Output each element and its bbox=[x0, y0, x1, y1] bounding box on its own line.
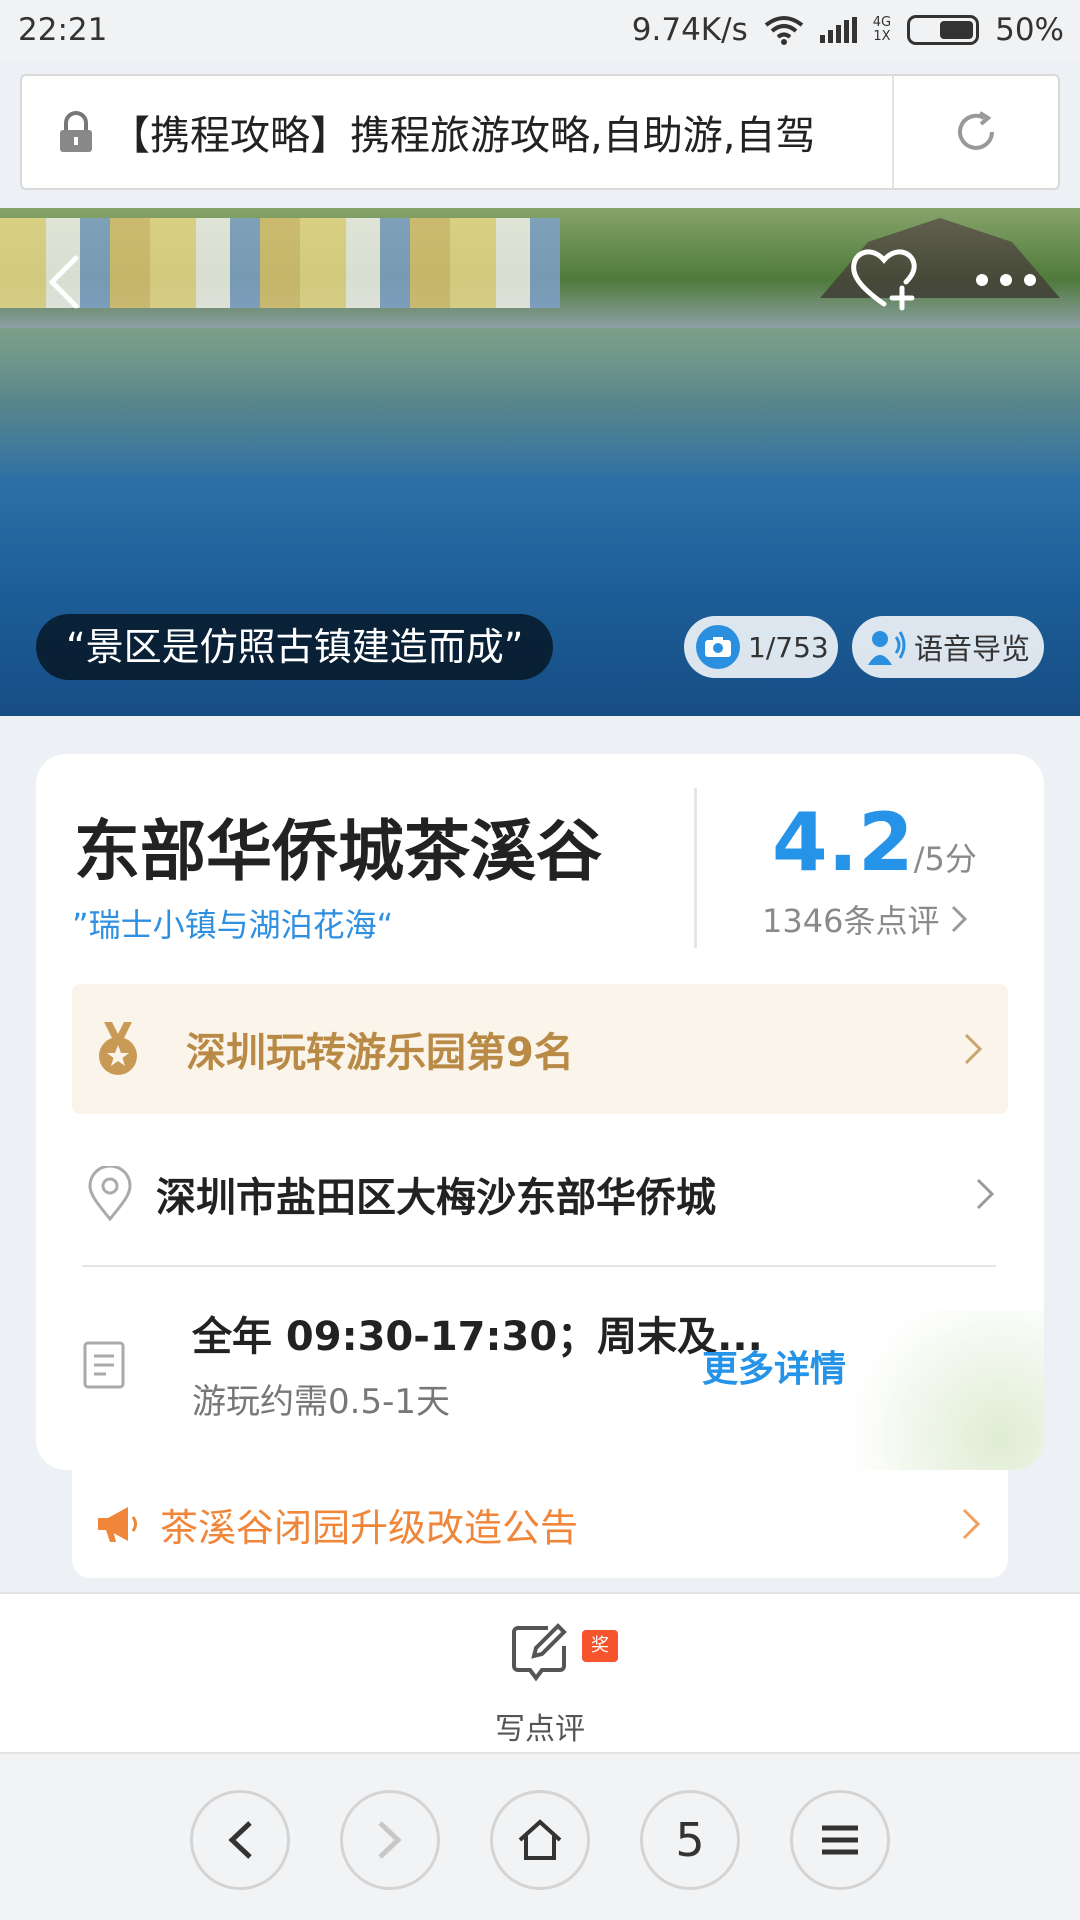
card-decoration bbox=[824, 1310, 1044, 1470]
chevron-right-icon bbox=[962, 1508, 980, 1540]
browser-home-button[interactable] bbox=[490, 1790, 590, 1890]
battery-icon bbox=[907, 15, 980, 45]
ranking-text: 深圳玩转游乐园第9名 bbox=[186, 1030, 574, 1076]
camera-icon bbox=[696, 625, 740, 669]
location-pin-icon bbox=[88, 1166, 132, 1222]
signal-icon bbox=[819, 17, 857, 43]
score-value: 4.2 bbox=[772, 796, 914, 889]
visit-duration: 游玩约需0.5-1天 bbox=[192, 1382, 450, 1422]
reward-badge: 奖 bbox=[582, 1630, 618, 1662]
url-text[interactable]: 【携程攻略】携程旅游攻略,自助游,自驾 bbox=[110, 103, 870, 161]
voice-guide-icon bbox=[868, 631, 906, 665]
chevron-right-icon bbox=[378, 1821, 402, 1859]
address-row[interactable]: 深圳市盐田区大梅沙东部华侨城 bbox=[72, 1134, 1008, 1254]
browser-forward-button[interactable] bbox=[340, 1790, 440, 1890]
address-text: 深圳市盐田区大梅沙东部华侨城 bbox=[156, 1175, 716, 1221]
review-count: 1346条点评 bbox=[762, 902, 940, 940]
lock-icon bbox=[60, 111, 92, 152]
review-bar: 奖 写点评 bbox=[0, 1592, 1080, 1752]
photo-count: 1/753 bbox=[748, 630, 829, 664]
more-icon[interactable] bbox=[976, 274, 1036, 286]
chevron-left-icon bbox=[228, 1821, 252, 1859]
chevron-right-icon bbox=[952, 905, 968, 933]
poi-tagline: ”瑞士小镇与湖泊花海“ bbox=[72, 906, 394, 944]
hero-reflection bbox=[0, 328, 1080, 478]
review-count-link[interactable]: 1346条点评 bbox=[762, 896, 968, 942]
document-icon bbox=[83, 1341, 125, 1389]
browser-back-button[interactable] bbox=[190, 1790, 290, 1890]
row-divider bbox=[82, 1265, 996, 1267]
medal-icon bbox=[99, 1022, 137, 1075]
notice-text: 茶溪谷闭园升级改造公告 bbox=[160, 1505, 579, 1550]
photo-count-button[interactable]: 1/753 bbox=[684, 616, 838, 678]
write-review-label: 写点评 bbox=[495, 1712, 585, 1747]
address-bar[interactable]: 【携程攻略】携程旅游攻略,自助游,自驾 bbox=[20, 74, 1060, 190]
app-root: 22:21 9.74K/s 4G 1X 50% 【携程攻略】携程旅游攻略,自助游… bbox=[0, 0, 1080, 1920]
chevron-right-icon bbox=[976, 1178, 994, 1210]
notice-row[interactable]: 茶溪谷闭园升级改造公告 bbox=[72, 1470, 1008, 1578]
back-icon[interactable] bbox=[44, 252, 84, 312]
score-suffix: /5分 bbox=[913, 840, 977, 878]
browser-nav-bar: 5 bbox=[0, 1752, 1080, 1920]
battery-percent: 50% bbox=[995, 12, 1064, 48]
tab-count: 5 bbox=[675, 1813, 705, 1867]
reload-icon bbox=[958, 111, 994, 150]
reload-button[interactable] bbox=[894, 110, 1058, 154]
status-bar: 22:21 9.74K/s 4G 1X 50% bbox=[0, 0, 1080, 62]
score-divider bbox=[694, 788, 697, 948]
hero-quote: “景区是仿照古镇建造而成” bbox=[36, 614, 554, 680]
write-review-icon bbox=[512, 1623, 567, 1682]
opening-hours: 全年 09:30-17:30；周末及... bbox=[192, 1314, 763, 1360]
net-speed: 9.74K/s bbox=[631, 12, 748, 48]
write-review-button[interactable]: 奖 写点评 bbox=[478, 1614, 618, 1747]
browser-menu-button[interactable] bbox=[790, 1790, 890, 1890]
status-right: 9.74K/s 4G 1X 50% bbox=[632, 12, 1064, 48]
megaphone-icon bbox=[98, 1507, 137, 1542]
voice-guide-label: 语音导览 bbox=[914, 632, 1031, 666]
poi-info-card: 东部华侨城茶溪谷 ”瑞士小镇与湖泊花海“ 4.2/5分 1346条点评 深圳玩转… bbox=[36, 754, 1044, 1470]
home-icon bbox=[518, 1819, 562, 1860]
tabs-button[interactable]: 5 bbox=[640, 1790, 740, 1890]
ranking-row[interactable]: 深圳玩转游乐园第9名 bbox=[72, 984, 1008, 1114]
network-type: 4G 1X bbox=[872, 15, 892, 44]
wifi-icon bbox=[764, 16, 803, 45]
poi-title: 东部华侨城茶溪谷 bbox=[74, 813, 602, 890]
chevron-right-icon bbox=[964, 1033, 982, 1065]
menu-icon bbox=[822, 1825, 858, 1855]
favorite-add-icon[interactable] bbox=[848, 242, 920, 314]
status-time: 22:21 bbox=[18, 12, 108, 48]
hero-houses bbox=[0, 218, 560, 308]
score: 4.2/5分 bbox=[772, 796, 977, 889]
voice-guide-button[interactable]: 语音导览 bbox=[852, 616, 1044, 678]
